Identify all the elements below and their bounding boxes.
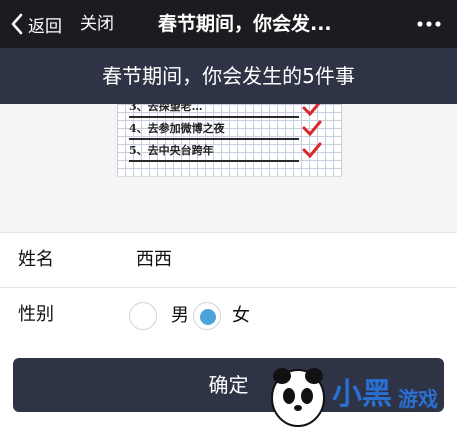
gender-radio-male[interactable] [129, 302, 157, 330]
checklist-item: 5、去中央台跨年 [129, 142, 299, 162]
back-label: 返回 [28, 16, 62, 37]
name-row: 姓名 西西 [0, 232, 457, 287]
check-icon [302, 104, 322, 120]
gender-option-male[interactable]: 男 [171, 302, 189, 330]
more-options-button[interactable] [414, 10, 444, 38]
header-banner: 春节期间，你会发生的5件事 [0, 48, 457, 104]
close-button[interactable]: 关闭 [80, 10, 114, 38]
gender-radio-female[interactable] [193, 302, 221, 330]
svg-text:小黑: 小黑 [332, 377, 392, 412]
content-image-area: 3、去探望老… 4、去参加微博之夜 5、去中央台跨年 [0, 104, 457, 232]
check-icon [302, 120, 322, 140]
gender-row: 性别 男 女 [0, 287, 457, 342]
check-icon [302, 142, 322, 162]
svg-text:游戏: 游戏 [398, 387, 438, 411]
checklist-item: 3、去探望老… [129, 104, 299, 118]
checklist-image: 3、去探望老… 4、去参加微博之夜 5、去中央台跨年 [117, 104, 342, 177]
page-title: 春节期间，你会发... [158, 13, 332, 35]
gender-option-female[interactable]: 女 [232, 302, 250, 330]
gender-label: 性别 [18, 304, 54, 325]
chevron-left-icon [10, 13, 24, 35]
back-button[interactable]: 返回 [10, 10, 62, 38]
name-label: 姓名 [18, 249, 54, 270]
brand-watermark-logo: 小黑 游戏 [262, 356, 457, 432]
radio-selected-dot [200, 309, 216, 325]
more-icon [414, 21, 444, 42]
name-field[interactable]: 西西 [136, 233, 172, 287]
checklist-item: 4、去参加微博之夜 [129, 120, 299, 140]
navbar: 返回 关闭 春节期间，你会发... [0, 0, 457, 48]
